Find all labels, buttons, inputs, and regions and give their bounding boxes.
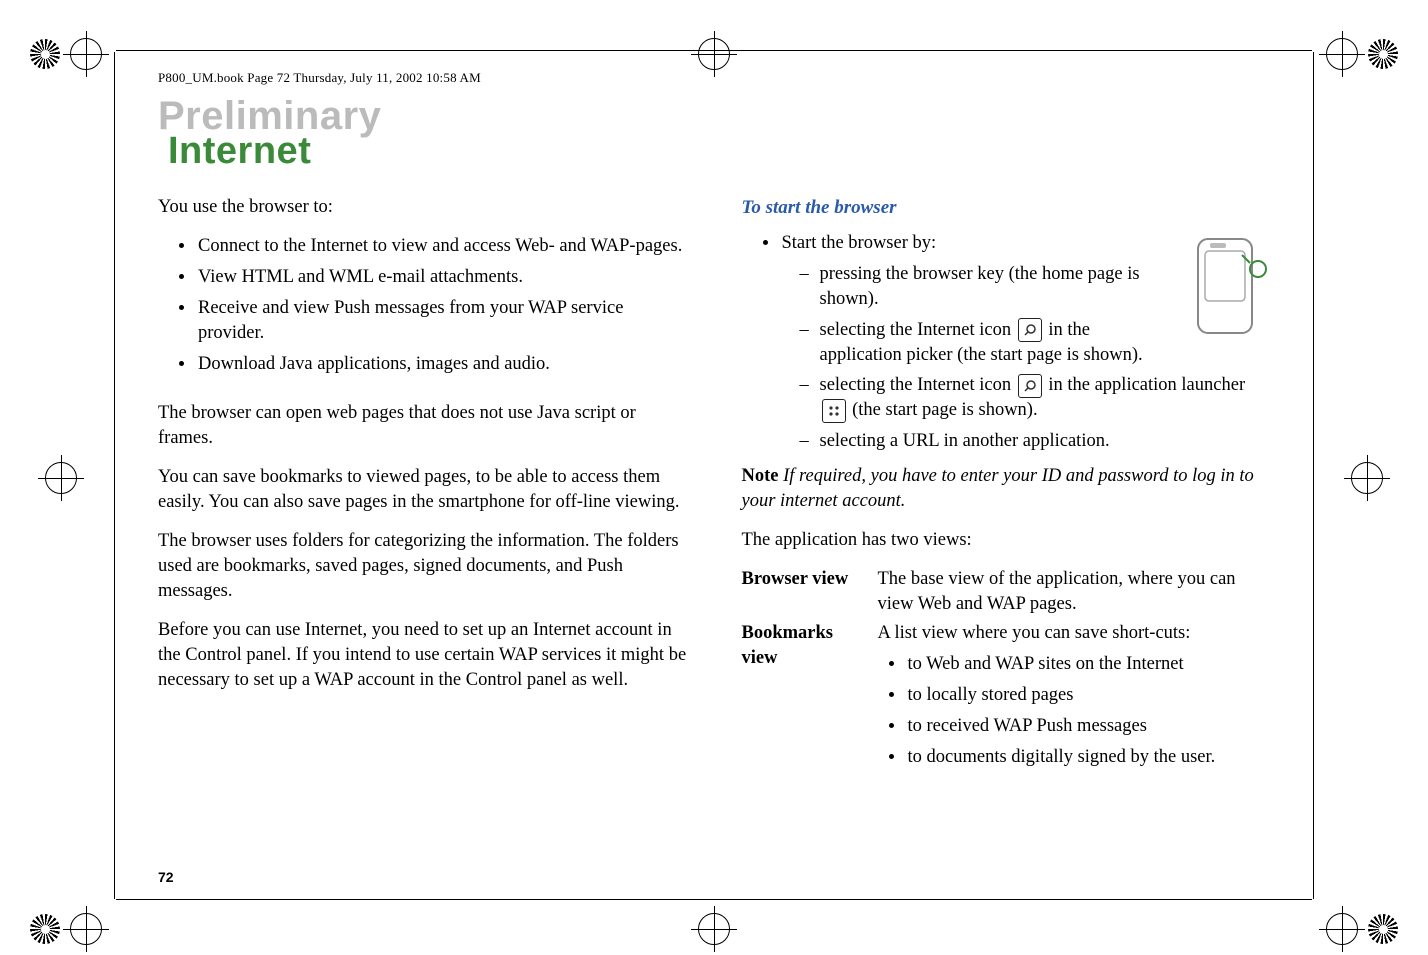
bookmarks-view-label: Bookmarks view — [742, 621, 872, 776]
list-item: selecting the Internet icon in the appli… — [800, 373, 1271, 423]
bookmarks-bullets: to Web and WAP sites on the Internet to … — [878, 652, 1271, 770]
browser-view-label: Browser view — [742, 567, 872, 617]
subheading-start-browser: To start the browser — [742, 195, 1271, 221]
list-item: Start the browser by: pressing the brows… — [780, 231, 1271, 455]
header-rule — [116, 50, 1312, 51]
note-label: Note — [742, 466, 779, 486]
print-mark-spine-bottom — [698, 913, 730, 945]
list-item: Download Java applications, images and a… — [196, 352, 687, 377]
two-views-intro: The application has two views: — [742, 528, 1271, 553]
intro-text: You use the browser to: — [158, 195, 687, 220]
list-item: to documents digitally signed by the use… — [906, 745, 1271, 770]
views-table: Browser view The base view of the applic… — [742, 567, 1271, 776]
application-launcher-icon — [822, 399, 846, 423]
start-browser-sublist: pressing the browser key (the home page … — [782, 262, 1271, 455]
print-mark-top-right — [1326, 38, 1398, 70]
header-text: P800_UM.book Page 72 Thursday, July 11, … — [158, 70, 481, 86]
list-item: selecting the Internet icon in the appli… — [800, 318, 1271, 368]
print-mark-top-left — [30, 38, 102, 70]
side-rule-right — [1313, 52, 1314, 899]
footer-rule — [116, 899, 1312, 900]
bookmarks-view-text: A list view where you can save short-cut… — [878, 621, 1271, 776]
internet-icon — [1018, 318, 1042, 342]
start-browser-list: Start the browser by: pressing the brows… — [742, 231, 1271, 455]
right-column: To start the browser Start the browser b… — [742, 195, 1271, 855]
print-mark-bottom-left — [30, 913, 102, 945]
print-mark-spine-top — [698, 38, 730, 70]
list-item: View HTML and WML e-mail attachments. — [196, 265, 687, 290]
list-item: selecting a URL in another application. — [800, 429, 1271, 454]
list-item: to locally stored pages — [906, 683, 1271, 708]
print-mark-side-right — [1351, 462, 1383, 494]
print-mark-side-left — [45, 462, 77, 494]
paragraph: Before you can use Internet, you need to… — [158, 618, 687, 693]
note-paragraph: Note If required, you have to enter your… — [742, 464, 1271, 514]
side-rule-left — [114, 52, 115, 899]
internet-icon — [1018, 374, 1042, 398]
paragraph: The browser can open web pages that does… — [158, 401, 687, 451]
content-columns: You use the browser to: Connect to the I… — [158, 195, 1270, 855]
start-intro-text: Start the browser by: — [782, 233, 937, 253]
list-item: to Web and WAP sites on the Internet — [906, 652, 1271, 677]
list-item: Connect to the Internet to view and acce… — [196, 234, 687, 259]
list-item: pressing the browser key (the home page … — [800, 262, 1271, 312]
page-title: Internet — [168, 130, 311, 173]
paragraph: The browser uses folders for categorizin… — [158, 529, 687, 604]
list-item: to received WAP Push messages — [906, 714, 1271, 739]
print-mark-bottom-right — [1326, 913, 1398, 945]
browser-uses-list: Connect to the Internet to view and acce… — [158, 234, 687, 377]
paragraph: You can save bookmarks to viewed pages, … — [158, 465, 687, 515]
list-item: Receive and view Push messages from your… — [196, 296, 687, 346]
page-number: 72 — [158, 869, 174, 885]
note-body: If required, you have to enter your ID a… — [742, 466, 1254, 511]
browser-view-text: The base view of the application, where … — [878, 567, 1271, 617]
left-column: You use the browser to: Connect to the I… — [158, 195, 687, 855]
